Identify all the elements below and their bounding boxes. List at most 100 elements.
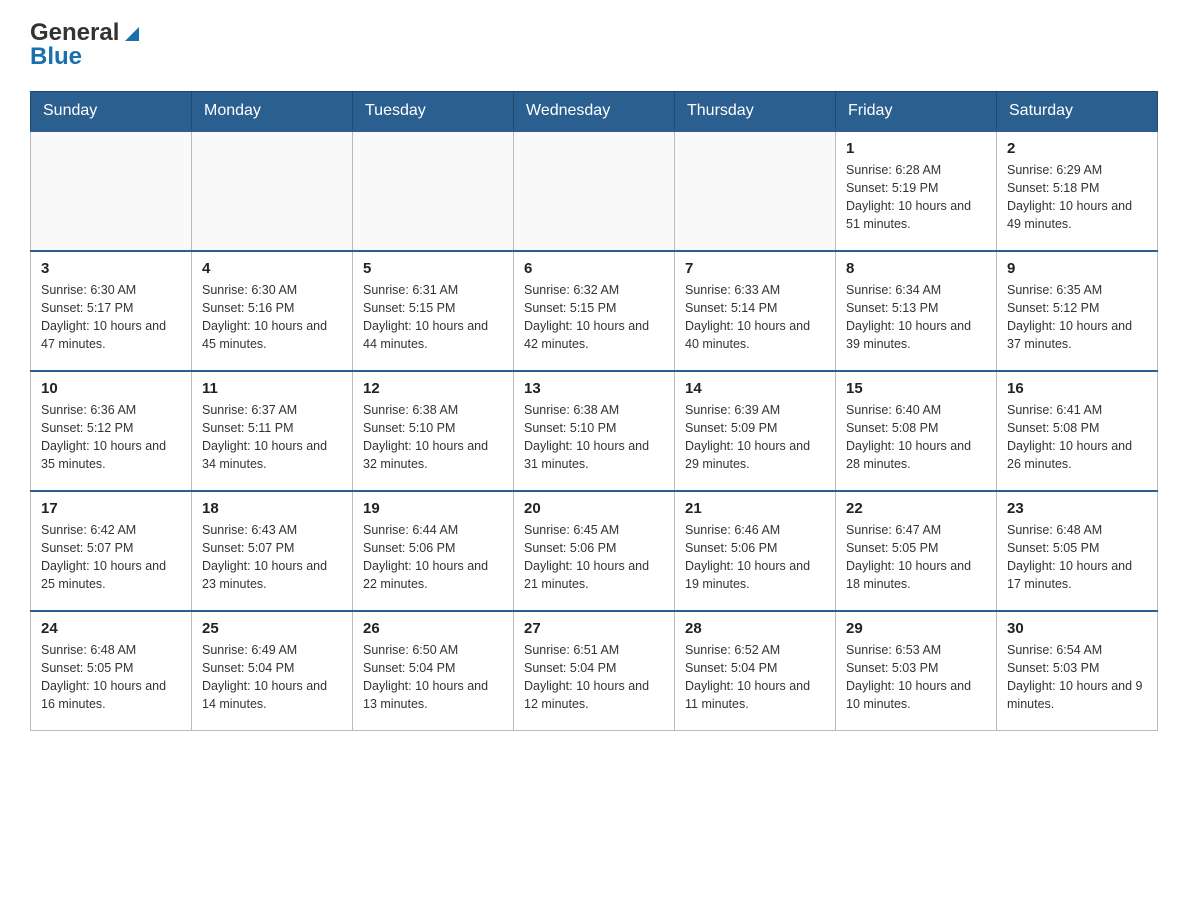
col-header-tuesday: Tuesday xyxy=(353,91,514,131)
day-info: Sunrise: 6:47 AMSunset: 5:05 PMDaylight:… xyxy=(846,521,986,594)
day-number: 24 xyxy=(41,620,181,637)
calendar-cell: 20 Sunrise: 6:45 AMSunset: 5:06 PMDayligh… xyxy=(514,491,675,611)
calendar-cell: 11 Sunrise: 6:37 AMSunset: 5:11 PMDayligh… xyxy=(192,371,353,491)
calendar-cell: 16 Sunrise: 6:41 AMSunset: 5:08 PMDayligh… xyxy=(997,371,1158,491)
day-number: 26 xyxy=(363,620,503,637)
day-number: 29 xyxy=(846,620,986,637)
day-number: 18 xyxy=(202,500,342,517)
day-number: 13 xyxy=(524,380,664,397)
day-number: 21 xyxy=(685,500,825,517)
day-number: 28 xyxy=(685,620,825,637)
calendar-row-4: 17Sunrise: 6:42 AMSunset: 5:07 PMDayligh… xyxy=(31,491,1158,611)
calendar-cell xyxy=(353,131,514,251)
day-info: Sunrise: 6:52 AMSunset: 5:04 PMDaylight:… xyxy=(685,641,825,714)
calendar-table: SundayMondayTuesdayWednesdayThursdayFrid… xyxy=(30,91,1158,732)
day-info: Sunrise: 6:31 AMSunset: 5:15 PMDaylight:… xyxy=(363,281,503,354)
calendar-cell: 12 Sunrise: 6:38 AMSunset: 5:10 PMDayligh… xyxy=(353,371,514,491)
day-number: 11 xyxy=(202,380,342,397)
calendar-cell xyxy=(192,131,353,251)
day-number: 25 xyxy=(202,620,342,637)
day-number: 20 xyxy=(524,500,664,517)
calendar-cell: 26Sunrise: 6:50 AMSunset: 5:04 PMDayligh… xyxy=(353,611,514,731)
day-info: Sunrise: 6:30 AMSunset: 5:16 PMDaylight:… xyxy=(202,281,342,354)
day-number: 2 xyxy=(1007,140,1147,157)
day-info: Sunrise: 6:40 AMSunset: 5:08 PMDaylight:… xyxy=(846,401,986,474)
calendar-cell: 10 Sunrise: 6:36 AMSunset: 5:12 PMDayligh… xyxy=(31,371,192,491)
day-number: 9 xyxy=(1007,260,1147,277)
col-header-monday: Monday xyxy=(192,91,353,131)
calendar-cell: 22 Sunrise: 6:47 AMSunset: 5:05 PMDayligh… xyxy=(836,491,997,611)
day-info: Sunrise: 6:54 AMSunset: 5:03 PMDaylight:… xyxy=(1007,641,1147,714)
day-info: Sunrise: 6:48 AMSunset: 5:05 PMDaylight:… xyxy=(41,641,181,714)
day-info: Sunrise: 6:29 AMSunset: 5:18 PMDaylight:… xyxy=(1007,161,1147,234)
col-header-thursday: Thursday xyxy=(675,91,836,131)
logo-blue-text: Blue xyxy=(30,44,143,70)
calendar-cell: 29 Sunrise: 6:53 AMSunset: 5:03 PMDayligh… xyxy=(836,611,997,731)
calendar-cell xyxy=(675,131,836,251)
day-number: 23 xyxy=(1007,500,1147,517)
day-info: Sunrise: 6:38 AMSunset: 5:10 PMDaylight:… xyxy=(363,401,503,474)
day-info: Sunrise: 6:53 AMSunset: 5:03 PMDaylight:… xyxy=(846,641,986,714)
calendar-cell: 27 Sunrise: 6:51 AMSunset: 5:04 PMDayligh… xyxy=(514,611,675,731)
calendar-row-2: 3 Sunrise: 6:30 AMSunset: 5:17 PMDaylight… xyxy=(31,251,1158,371)
day-info: Sunrise: 6:37 AMSunset: 5:11 PMDaylight:… xyxy=(202,401,342,474)
day-info: Sunrise: 6:48 AMSunset: 5:05 PMDaylight:… xyxy=(1007,521,1147,594)
day-info: Sunrise: 6:39 AMSunset: 5:09 PMDaylight:… xyxy=(685,401,825,474)
day-info: Sunrise: 6:41 AMSunset: 5:08 PMDaylight:… xyxy=(1007,401,1147,474)
calendar-cell: 13Sunrise: 6:38 AMSunset: 5:10 PMDayligh… xyxy=(514,371,675,491)
calendar-cell: 6 Sunrise: 6:32 AMSunset: 5:15 PMDaylight… xyxy=(514,251,675,371)
day-info: Sunrise: 6:33 AMSunset: 5:14 PMDaylight:… xyxy=(685,281,825,354)
day-number: 22 xyxy=(846,500,986,517)
calendar-cell: 19Sunrise: 6:44 AMSunset: 5:06 PMDayligh… xyxy=(353,491,514,611)
day-info: Sunrise: 6:46 AMSunset: 5:06 PMDaylight:… xyxy=(685,521,825,594)
day-info: Sunrise: 6:34 AMSunset: 5:13 PMDaylight:… xyxy=(846,281,986,354)
calendar-cell: 30 Sunrise: 6:54 AMSunset: 5:03 PMDayligh… xyxy=(997,611,1158,731)
calendar-cell: 8 Sunrise: 6:34 AMSunset: 5:13 PMDaylight… xyxy=(836,251,997,371)
calendar-cell: 15 Sunrise: 6:40 AMSunset: 5:08 PMDayligh… xyxy=(836,371,997,491)
calendar-row-1: 1Sunrise: 6:28 AMSunset: 5:19 PMDaylight… xyxy=(31,131,1158,251)
day-number: 15 xyxy=(846,380,986,397)
calendar-cell: 1Sunrise: 6:28 AMSunset: 5:19 PMDaylight… xyxy=(836,131,997,251)
day-number: 5 xyxy=(363,260,503,277)
logo-text: General Blue xyxy=(30,20,143,71)
day-info: Sunrise: 6:49 AMSunset: 5:04 PMDaylight:… xyxy=(202,641,342,714)
calendar-cell: 4 Sunrise: 6:30 AMSunset: 5:16 PMDaylight… xyxy=(192,251,353,371)
day-info: Sunrise: 6:45 AMSunset: 5:06 PMDaylight:… xyxy=(524,521,664,594)
day-info: Sunrise: 6:43 AMSunset: 5:07 PMDaylight:… xyxy=(202,521,342,594)
calendar-cell: 23 Sunrise: 6:48 AMSunset: 5:05 PMDayligh… xyxy=(997,491,1158,611)
day-number: 6 xyxy=(524,260,664,277)
calendar-cell: 25 Sunrise: 6:49 AMSunset: 5:04 PMDayligh… xyxy=(192,611,353,731)
day-info: Sunrise: 6:42 AMSunset: 5:07 PMDaylight:… xyxy=(41,521,181,594)
day-info: Sunrise: 6:51 AMSunset: 5:04 PMDaylight:… xyxy=(524,641,664,714)
col-header-wednesday: Wednesday xyxy=(514,91,675,131)
day-number: 1 xyxy=(846,140,986,157)
day-number: 3 xyxy=(41,260,181,277)
day-number: 30 xyxy=(1007,620,1147,637)
day-number: 4 xyxy=(202,260,342,277)
day-number: 7 xyxy=(685,260,825,277)
day-number: 27 xyxy=(524,620,664,637)
day-info: Sunrise: 6:32 AMSunset: 5:15 PMDaylight:… xyxy=(524,281,664,354)
calendar-cell: 28 Sunrise: 6:52 AMSunset: 5:04 PMDayligh… xyxy=(675,611,836,731)
day-number: 12 xyxy=(363,380,503,397)
col-header-friday: Friday xyxy=(836,91,997,131)
calendar-cell: 18 Sunrise: 6:43 AMSunset: 5:07 PMDayligh… xyxy=(192,491,353,611)
day-info: Sunrise: 6:44 AMSunset: 5:06 PMDaylight:… xyxy=(363,521,503,594)
calendar-cell: 24 Sunrise: 6:48 AMSunset: 5:05 PMDayligh… xyxy=(31,611,192,731)
day-number: 8 xyxy=(846,260,986,277)
day-number: 14 xyxy=(685,380,825,397)
calendar-cell: 9Sunrise: 6:35 AMSunset: 5:12 PMDaylight… xyxy=(997,251,1158,371)
day-info: Sunrise: 6:30 AMSunset: 5:17 PMDaylight:… xyxy=(41,281,181,354)
page-header: General Blue xyxy=(30,20,1158,71)
logo-triangle-icon xyxy=(121,23,143,45)
day-number: 16 xyxy=(1007,380,1147,397)
calendar-cell: 7 Sunrise: 6:33 AMSunset: 5:14 PMDaylight… xyxy=(675,251,836,371)
calendar-cell xyxy=(514,131,675,251)
day-info: Sunrise: 6:36 AMSunset: 5:12 PMDaylight:… xyxy=(41,401,181,474)
calendar-cell: 3 Sunrise: 6:30 AMSunset: 5:17 PMDaylight… xyxy=(31,251,192,371)
day-number: 10 xyxy=(41,380,181,397)
col-header-sunday: Sunday xyxy=(31,91,192,131)
calendar-cell: 2 Sunrise: 6:29 AMSunset: 5:18 PMDaylight… xyxy=(997,131,1158,251)
logo: General Blue xyxy=(30,20,143,71)
calendar-cell: 14 Sunrise: 6:39 AMSunset: 5:09 PMDayligh… xyxy=(675,371,836,491)
